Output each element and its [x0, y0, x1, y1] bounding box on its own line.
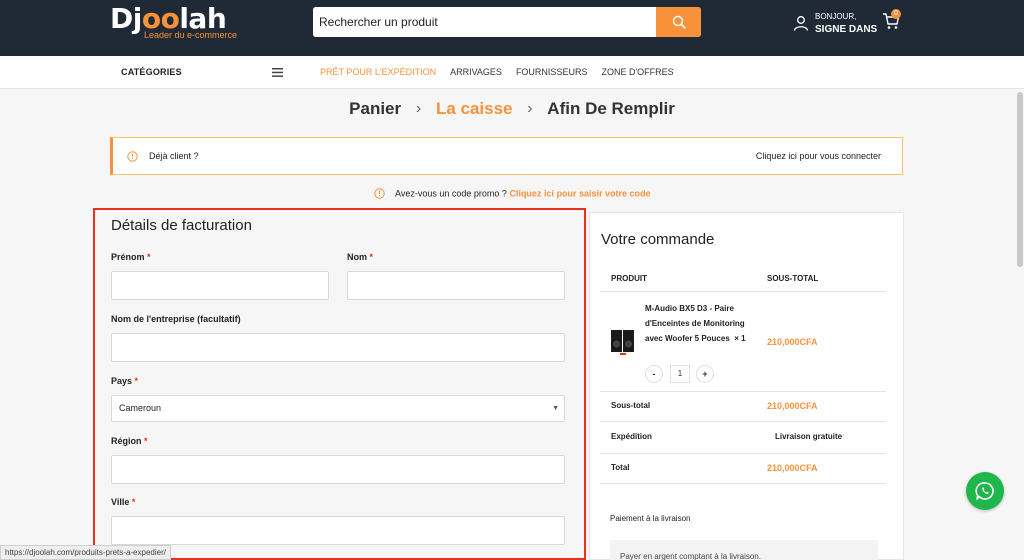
nav-link-suppliers[interactable]: FOURNISSEURS: [516, 67, 588, 77]
subtotal-value: 210,000CFA: [767, 401, 818, 411]
chevron-right-icon: ›: [415, 99, 422, 117]
billing-details-section: Détails de facturation Prénom * Nom * No…: [93, 208, 586, 560]
promo-notice: Avez-vous un code promo ? Cliquez ici po…: [0, 188, 1024, 199]
quantity-increase-button[interactable]: +: [696, 365, 714, 383]
order-summary: Votre commande PRODUIT SOUS-TOTAL M-Audi…: [589, 212, 904, 560]
city-field[interactable]: [111, 516, 565, 545]
logo[interactable]: Djoolah Leader du e-commerce: [110, 4, 237, 41]
country-label: Pays *: [111, 376, 139, 386]
login-link[interactable]: Cliquez ici pour vous connecter: [756, 151, 881, 161]
payment-description: Payer en argent comptant à la livraison.: [620, 552, 761, 560]
account-link[interactable]: BONJOUR, SIGNE DANS: [793, 10, 877, 36]
status-bar-url: https://djoolah.com/produits-prets-a-exp…: [0, 545, 171, 560]
product-column-header: PRODUIT: [611, 274, 647, 283]
divider: [600, 453, 886, 454]
city-label: Ville *: [111, 497, 136, 507]
logo-tagline: Leader du e-commerce: [144, 30, 238, 40]
payment-description-box: Payer en argent comptant à la livraison.: [610, 540, 878, 560]
step-checkout: La caisse: [435, 98, 513, 118]
nav-link-ready-to-ship[interactable]: PRÊT POUR L'EXPÉDITION: [320, 67, 436, 77]
search-icon: [672, 15, 686, 29]
product-name[interactable]: M-Audio BX5 D3 - Paire d'Enceintes de Mo…: [645, 301, 753, 346]
checkout-steps: Panier › La caisse › Afin De Remplir: [0, 98, 1024, 119]
region-label: Région *: [111, 436, 148, 446]
user-greeting: BONJOUR,: [815, 12, 857, 21]
main-navbar: CATÉGORIES PRÊT POUR L'EXPÉDITION ARRIVA…: [0, 56, 1024, 89]
step-cart[interactable]: Panier: [349, 99, 401, 119]
search-bar: [313, 7, 701, 37]
promo-text: Avez-vous un code promo ?: [395, 188, 507, 199]
categories-label[interactable]: CATÉGORIES: [121, 67, 182, 77]
info-icon: [373, 188, 385, 199]
quantity-decrease-button[interactable]: -: [645, 365, 663, 383]
total-label: Total: [611, 463, 630, 472]
whatsapp-icon: [975, 482, 994, 500]
nav-links: PRÊT POUR L'EXPÉDITION ARRIVAGES FOURNIS…: [320, 67, 688, 77]
nav-link-arrivals[interactable]: ARRIVAGES: [450, 67, 502, 77]
divider: [600, 483, 886, 484]
chevron-right-icon: ›: [527, 99, 533, 117]
last-name-label: Nom *: [347, 252, 374, 262]
product-price: 210,000CFA: [767, 337, 818, 347]
page-scrollbar[interactable]: [1017, 92, 1023, 267]
subtotal-label: Sous-total: [611, 401, 651, 410]
region-field[interactable]: [111, 455, 565, 484]
country-select[interactable]: Cameroun ▼: [111, 395, 565, 422]
site-header: Djoolah Leader du e-commerce BONJOUR, SI…: [0, 0, 1024, 56]
search-button[interactable]: [656, 7, 701, 37]
first-name-label: Prénom *: [111, 252, 151, 262]
divider: [600, 391, 886, 392]
total-value: 210,000CFA: [767, 463, 818, 473]
company-label: Nom de l'entreprise (facultatif): [111, 314, 241, 324]
search-input[interactable]: [313, 7, 655, 37]
first-name-field[interactable]: [111, 271, 329, 300]
payment-method-cod[interactable]: Paiement à la livraison: [610, 514, 690, 523]
promo-link[interactable]: Cliquez ici pour saisir votre code: [509, 189, 650, 199]
product-image: [611, 330, 634, 355]
quantity-input[interactable]: 1: [670, 365, 690, 383]
sign-in-label: SIGNE DANS: [815, 24, 878, 35]
billing-title: Détails de facturation: [111, 217, 252, 234]
info-icon: [127, 151, 138, 162]
country-value: Cameroun: [119, 403, 162, 413]
divider: [600, 291, 886, 292]
last-name-field[interactable]: [347, 271, 565, 300]
company-field[interactable]: [111, 333, 565, 362]
subtotal-column-header: SOUS-TOTAL: [767, 274, 819, 283]
step-complete: Afin De Remplir: [547, 98, 675, 118]
user-icon: [793, 16, 809, 31]
notice-text: Déjà client ?: [149, 151, 199, 161]
returning-customer-notice: Déjà client ? Cliquez ici pour vous conn…: [110, 137, 903, 175]
whatsapp-chat-button[interactable]: [966, 472, 1004, 510]
cart-count-badge: 0: [891, 9, 901, 19]
order-title: Votre commande: [601, 231, 715, 248]
divider: [600, 421, 886, 422]
nav-link-offers[interactable]: ZONE D'OFFRES: [601, 67, 673, 77]
cart-button[interactable]: 0: [882, 9, 901, 35]
shipping-value: Livraison gratuite: [775, 432, 843, 441]
shipping-label: Expédition: [611, 432, 652, 441]
chevron-down-icon: ▼: [552, 405, 559, 412]
menu-icon[interactable]: [272, 68, 283, 77]
